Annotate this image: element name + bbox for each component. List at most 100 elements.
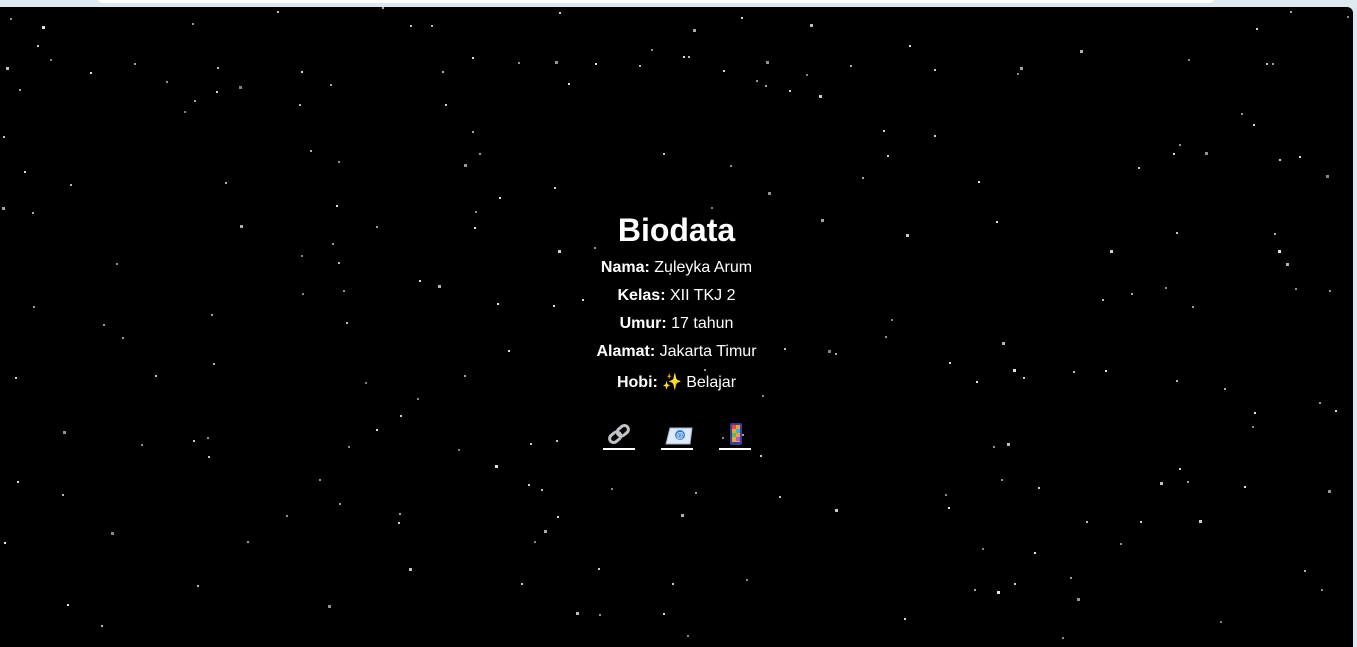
star xyxy=(184,111,186,113)
starfield-background: Biodata Nama: Zuleyka Arum Kelas: XII TK… xyxy=(0,7,1353,647)
star xyxy=(134,63,136,65)
star xyxy=(576,612,579,615)
field-label: Hobi: xyxy=(616,374,658,391)
star xyxy=(683,56,685,58)
star xyxy=(528,484,530,486)
star xyxy=(472,131,474,133)
page-title: Biodata xyxy=(617,212,736,248)
star xyxy=(862,177,864,179)
star xyxy=(310,150,312,152)
contact-links: @ xyxy=(0,422,1353,450)
field-label: Alamat: xyxy=(596,343,656,360)
star xyxy=(208,456,210,458)
star xyxy=(681,514,684,517)
star xyxy=(1290,11,1292,13)
star xyxy=(1188,59,1190,61)
star xyxy=(1179,468,1181,470)
star xyxy=(595,63,597,65)
star xyxy=(1070,577,1072,579)
star xyxy=(1120,543,1122,545)
biodata-row-kelas: Kelas: XII TKJ 2 xyxy=(0,282,1353,310)
star xyxy=(479,153,481,155)
star xyxy=(695,492,697,494)
star xyxy=(1256,28,1258,30)
star xyxy=(216,91,218,93)
field-label: Kelas: xyxy=(617,287,666,304)
link-icon xyxy=(607,424,630,444)
star xyxy=(1244,486,1246,488)
star xyxy=(768,192,771,195)
star xyxy=(934,69,936,71)
star xyxy=(639,65,641,67)
star xyxy=(472,57,474,59)
star xyxy=(693,29,696,32)
star xyxy=(217,67,219,69)
star xyxy=(1272,63,1274,65)
star xyxy=(442,71,444,73)
star xyxy=(819,95,822,98)
star xyxy=(62,494,64,496)
star xyxy=(806,74,808,76)
star xyxy=(760,455,762,457)
email-icon: @ xyxy=(664,427,693,445)
field-value: Zuleyka Arum xyxy=(654,259,753,276)
star xyxy=(445,104,447,106)
star xyxy=(90,72,92,74)
star xyxy=(101,625,103,627)
star xyxy=(948,507,950,509)
field-label: Nama: xyxy=(600,259,650,276)
star xyxy=(50,59,52,61)
star xyxy=(277,11,279,13)
star xyxy=(1020,67,1023,70)
star xyxy=(997,591,1000,594)
star xyxy=(810,24,813,27)
star xyxy=(197,585,199,587)
field-value: Belajar xyxy=(686,374,737,391)
star xyxy=(1179,144,1181,146)
star xyxy=(1253,124,1255,126)
star xyxy=(974,589,976,591)
star xyxy=(766,61,769,64)
star xyxy=(688,56,690,58)
star xyxy=(765,85,767,87)
star xyxy=(611,488,613,490)
email-button[interactable]: @ xyxy=(660,422,693,450)
star xyxy=(1038,487,1040,489)
star xyxy=(239,86,242,89)
star xyxy=(1017,73,1019,75)
link-button[interactable] xyxy=(602,422,635,450)
star xyxy=(409,568,412,571)
biodata-row-nama: Nama: Zuleyka Arum xyxy=(0,254,1353,282)
star xyxy=(746,579,748,581)
star xyxy=(1241,113,1243,115)
star xyxy=(301,71,303,73)
star xyxy=(1279,159,1281,161)
star xyxy=(835,509,838,512)
star xyxy=(1140,521,1142,523)
star xyxy=(883,130,885,132)
star xyxy=(598,568,600,570)
star xyxy=(687,635,689,637)
star xyxy=(850,65,852,67)
star xyxy=(887,155,889,157)
field-value: Jakarta Timur xyxy=(659,343,757,360)
star xyxy=(4,542,6,544)
star xyxy=(559,12,561,14)
star xyxy=(1077,598,1080,601)
star xyxy=(398,522,400,524)
star xyxy=(723,70,725,72)
star xyxy=(534,541,536,543)
star xyxy=(495,465,498,468)
star xyxy=(672,583,674,585)
star xyxy=(554,187,556,189)
star xyxy=(521,583,523,585)
star xyxy=(934,135,936,137)
star xyxy=(1014,583,1016,585)
star xyxy=(330,84,332,86)
phone-button[interactable] xyxy=(718,422,751,450)
star xyxy=(663,613,665,615)
star xyxy=(599,614,601,616)
star xyxy=(1160,482,1163,485)
star xyxy=(338,161,340,163)
star xyxy=(1347,16,1349,18)
